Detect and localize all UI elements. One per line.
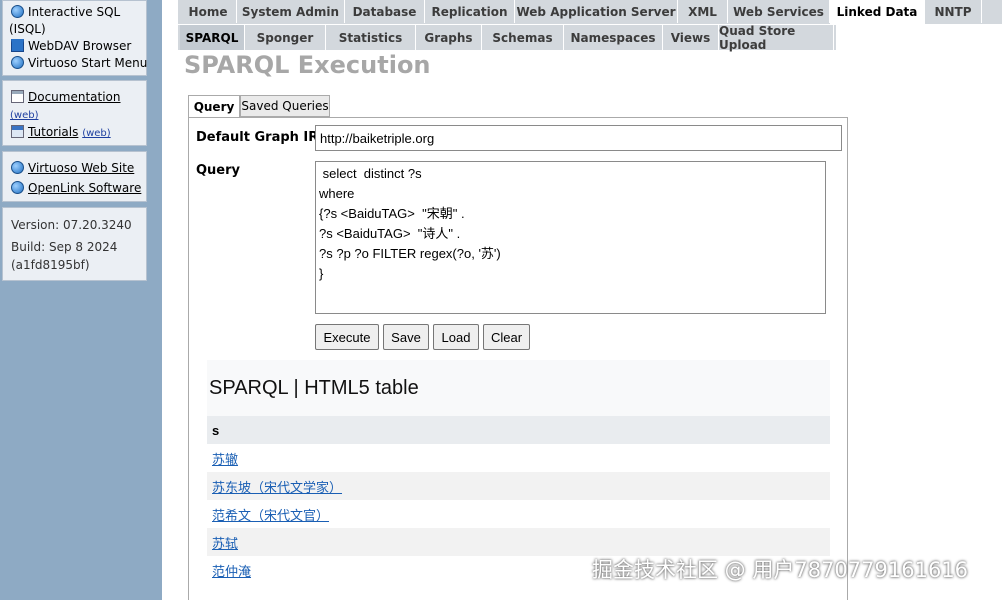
globe-icon: [11, 181, 24, 194]
clear-button[interactable]: Clear: [483, 324, 530, 350]
query-textarea[interactable]: select distinct ?s where {?s <BaiduTAG> …: [315, 161, 826, 314]
tab-linked-data[interactable]: Linked Data: [830, 0, 925, 24]
globe-icon: [11, 56, 24, 69]
tab-sparql[interactable]: SPARQL: [180, 25, 245, 50]
execute-button[interactable]: Execute: [315, 324, 379, 350]
tab-nntp[interactable]: NNTP: [925, 0, 982, 23]
globe-icon: [11, 5, 24, 18]
results-title: SPARQL | HTML5 table: [207, 360, 830, 416]
documentation-web-link[interactable]: (web): [10, 106, 38, 124]
result-link[interactable]: 苏东坡（宋代文学家）: [212, 477, 342, 496]
subtab-saved-queries[interactable]: Saved Queries: [240, 95, 330, 117]
default-graph-iri-label: Default Graph IRI: [196, 130, 324, 145]
subtab-query[interactable]: Query: [188, 95, 240, 118]
tutorial-icon: [11, 125, 24, 138]
result-link[interactable]: 范希文（宋代文官）: [212, 505, 329, 524]
sidebar-item-openlink[interactable]: OpenLink Software: [11, 180, 141, 196]
sidebar-item-documentation[interactable]: Documentation: [11, 89, 121, 105]
tab-replication[interactable]: Replication: [425, 0, 515, 23]
tab-xml[interactable]: XML: [678, 0, 728, 23]
result-link[interactable]: 范仲淹: [212, 561, 251, 580]
load-button[interactable]: Load: [433, 324, 479, 350]
tab-views[interactable]: Views: [663, 25, 719, 50]
sidebar-item-webdav[interactable]: WebDAV Browser: [11, 38, 131, 54]
sidebar-panel-tools: Interactive SQL (ISQL) WebDAV Browser Vi…: [2, 0, 147, 76]
sidebar-item-virtuoso-site[interactable]: Virtuoso Web Site: [11, 160, 134, 176]
table-row: 苏东坡（宋代文学家）: [207, 472, 830, 500]
sidebar-item-isql-suffix[interactable]: (ISQL): [9, 21, 46, 37]
table-row: 苏轼: [207, 528, 830, 556]
build-id-text: (a1fd8195bf): [11, 258, 90, 272]
query-label: Query: [196, 163, 241, 178]
sidebar-panel-links: Virtuoso Web Site OpenLink Software: [2, 151, 147, 202]
tab-web-services[interactable]: Web Services: [728, 0, 830, 23]
version-text: Version: 07.20.3240: [11, 218, 132, 232]
save-button[interactable]: Save: [383, 324, 429, 350]
sidebar-item-tutorials[interactable]: Tutorials (web): [11, 124, 111, 142]
tab-statistics[interactable]: Statistics: [326, 25, 416, 50]
default-graph-iri-input[interactable]: [315, 125, 842, 151]
sidebar-item-start-menu[interactable]: Virtuoso Start Menu: [11, 55, 147, 71]
build-text: Build: Sep 8 2024: [11, 240, 118, 254]
tab-quad-store-upload[interactable]: Quad Store Upload: [719, 24, 834, 52]
page-title: SPARQL Execution: [184, 51, 431, 79]
globe-icon: [11, 161, 24, 174]
tab-namespaces[interactable]: Namespaces: [564, 25, 663, 50]
results-header-s: s: [207, 416, 830, 444]
tab-graphs[interactable]: Graphs: [416, 25, 482, 50]
sidebar-item-isql[interactable]: Interactive SQL: [11, 4, 120, 20]
folder-icon: [11, 39, 24, 52]
linked-data-tab-bar: SPARQL Sponger Statistics Graphs Schemas…: [178, 24, 836, 52]
result-link[interactable]: 苏轼: [212, 533, 238, 552]
table-row: 范希文（宋代文官）: [207, 500, 830, 528]
sidebar-panel-docs: Documentation (web) Tutorials (web): [2, 80, 147, 146]
main-tab-bar: Home System Admin Database Replication W…: [178, 0, 1002, 24]
sidebar: Interactive SQL (ISQL) WebDAV Browser Vi…: [0, 0, 162, 600]
tab-database[interactable]: Database: [345, 0, 425, 23]
tutorials-web-link[interactable]: (web): [82, 128, 110, 139]
tab-web-application-server[interactable]: Web Application Server: [515, 0, 678, 23]
sidebar-panel-version: Version: 07.20.3240 Build: Sep 8 2024 (a…: [2, 207, 147, 281]
tab-schemas[interactable]: Schemas: [482, 25, 564, 50]
tab-home[interactable]: Home: [180, 0, 237, 23]
watermark: 掘金技术社区 @ 用户7870779161616: [592, 558, 969, 582]
tab-system-admin[interactable]: System Admin: [237, 0, 345, 23]
table-row: 苏辙: [207, 444, 830, 472]
result-link[interactable]: 苏辙: [212, 449, 238, 468]
document-icon: [11, 90, 24, 103]
tab-sponger[interactable]: Sponger: [245, 25, 326, 50]
